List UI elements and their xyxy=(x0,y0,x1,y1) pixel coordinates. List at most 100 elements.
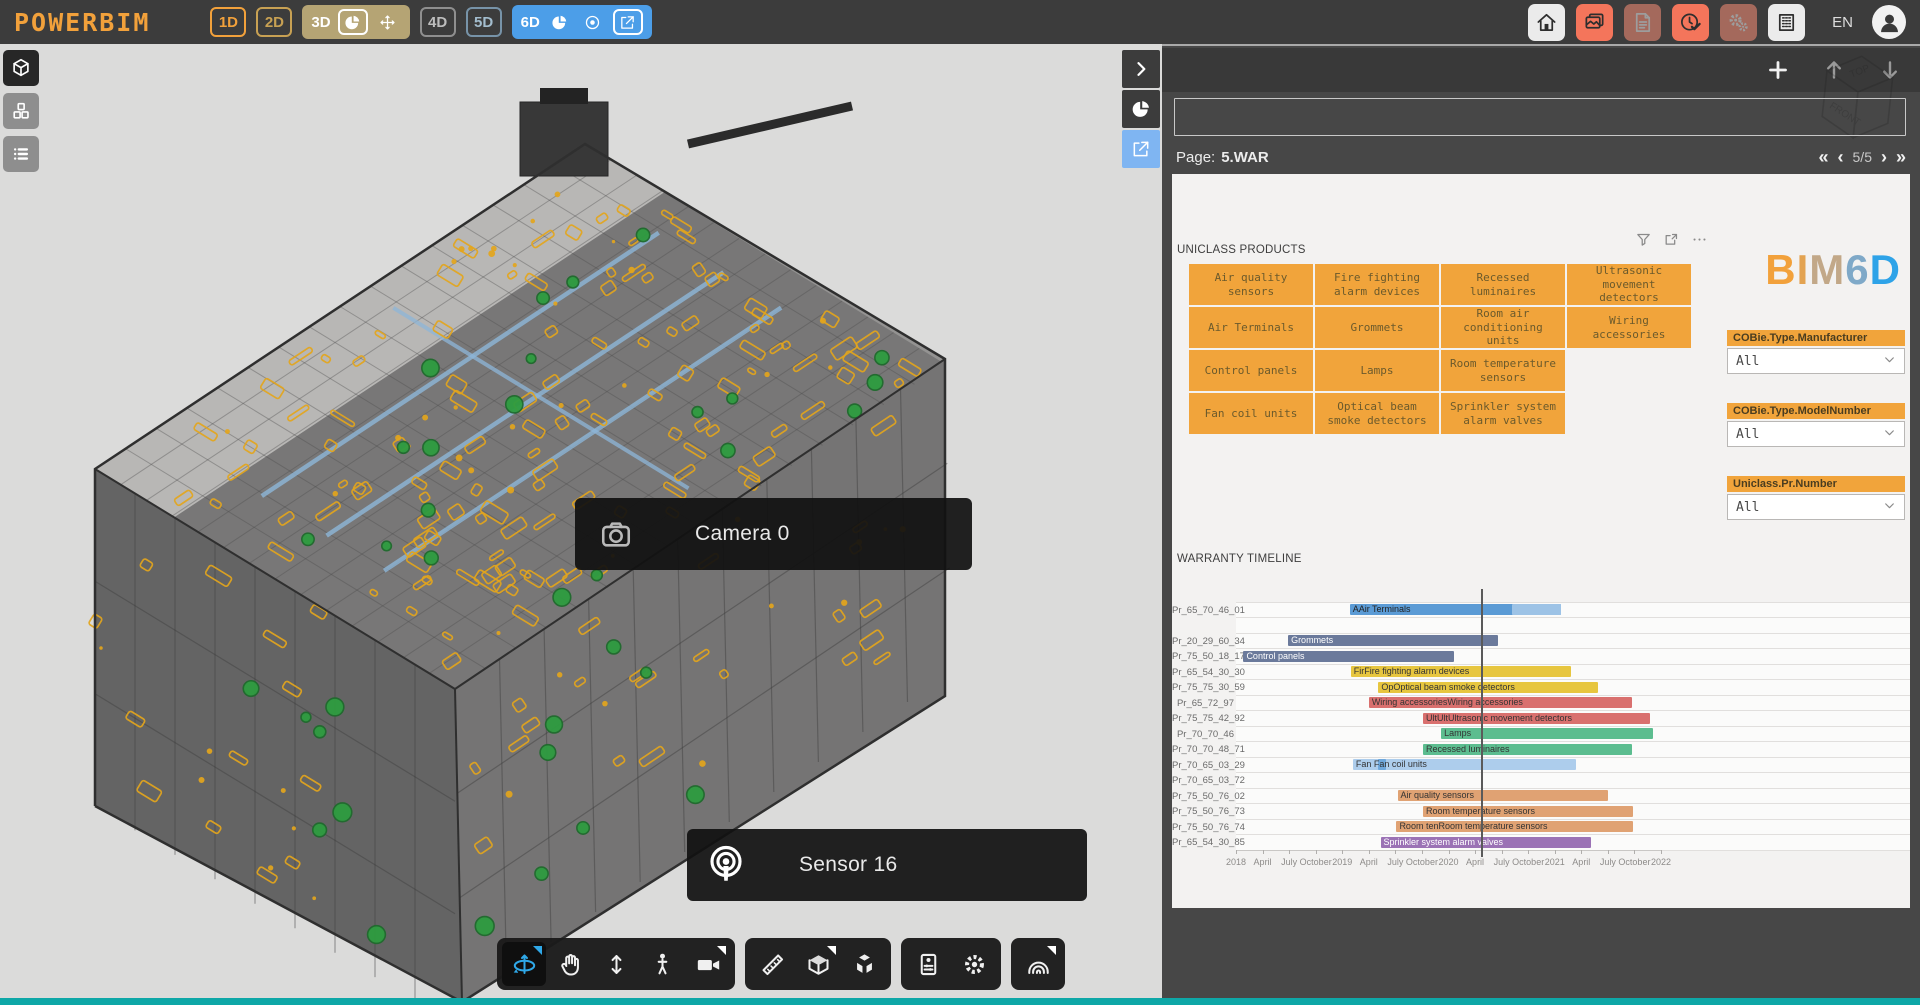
gantt-bar[interactable]: UltUltUltrasonic movement detectors xyxy=(1423,713,1650,724)
measure-tool-button[interactable] xyxy=(750,942,794,986)
target-icon[interactable] xyxy=(580,10,606,34)
product-slicer-button[interactable]: Recessed luminaires xyxy=(1441,264,1565,305)
dim-group-3d[interactable]: 3D xyxy=(302,5,409,39)
gantt-bar-label: Wiring accessoriesWiring accessories xyxy=(1372,697,1523,707)
elevation-tool-button[interactable] xyxy=(594,942,638,986)
product-slicer-button[interactable]: Room air conditioning units xyxy=(1441,307,1565,348)
filter-select-1[interactable]: All xyxy=(1727,348,1905,374)
prev-page-button[interactable]: ‹ xyxy=(1838,147,1844,168)
dim-button-2d[interactable]: 2D xyxy=(256,7,292,37)
language-selector[interactable]: EN xyxy=(1832,14,1853,31)
gantt-bar[interactable]: OpOptical beam smoke detectors xyxy=(1378,682,1598,693)
viewer-sidebar xyxy=(3,50,39,172)
product-slicer-button[interactable]: Air Terminals xyxy=(1189,307,1313,348)
walk-tool-button[interactable] xyxy=(640,942,684,986)
panel-search-input[interactable] xyxy=(1174,98,1906,136)
gantt-axis-tick-label: April xyxy=(1254,857,1272,867)
filter-group: Uniclass.Pr.NumberAll xyxy=(1727,476,1905,520)
gantt-bar[interactable]: Fan Fan coil units xyxy=(1353,759,1576,770)
gantt-axis-tick-label: October xyxy=(1406,857,1438,867)
brand-letter: D xyxy=(1870,246,1901,293)
sidebar-cube-tab[interactable] xyxy=(3,50,39,86)
product-slicer-button[interactable]: Optical beam smoke detectors xyxy=(1315,393,1439,434)
add-button[interactable] xyxy=(1766,58,1790,82)
gallery-button[interactable] xyxy=(1576,4,1613,41)
page-counter: 5/5 xyxy=(1853,149,1872,165)
filter-dropdowns: COBie.Type.ManufacturerAllCOBie.Type.Mod… xyxy=(1727,330,1905,549)
focus-mode-icon[interactable] xyxy=(1663,231,1680,248)
gantt-axis-tick-label: July xyxy=(1281,857,1297,867)
document-button[interactable] xyxy=(1624,4,1661,41)
gantt-bar[interactable]: Air quality sensors xyxy=(1398,790,1608,801)
gantt-axis-tick-label: April xyxy=(1466,857,1484,867)
gantt-row-label: Pr_65_72_97 xyxy=(1172,698,1234,709)
properties-tool-button[interactable] xyxy=(906,942,950,986)
settings-tool-button[interactable] xyxy=(952,942,996,986)
app-logo: POWERBIM xyxy=(14,8,150,37)
home-button[interactable] xyxy=(1528,4,1565,41)
gantt-bar-label: OpOptical beam smoke detectors xyxy=(1381,682,1515,692)
viewer-3d[interactable]: Camera 0 Sensor 16 xyxy=(0,44,1162,998)
next-page-button[interactable]: › xyxy=(1881,147,1887,168)
bi-report: UNICLASS PRODUCTS Air quality sensorsFir… xyxy=(1172,174,1910,908)
gantt-bar[interactable]: Wiring accessoriesWiring accessories xyxy=(1369,697,1633,708)
filter-icon[interactable] xyxy=(1635,231,1652,248)
sidebar-modules-tab[interactable] xyxy=(3,93,39,129)
dim-button-1d[interactable]: 1D xyxy=(210,7,246,37)
panel-tab-open-external[interactable] xyxy=(1122,130,1160,168)
dim-button-5d[interactable]: 5D xyxy=(466,7,502,37)
gantt-bar[interactable]: AAir Terminals xyxy=(1350,604,1561,615)
first-page-button[interactable]: « xyxy=(1819,147,1829,168)
pie-icon[interactable] xyxy=(338,9,368,35)
product-slicer-button[interactable]: Sprinkler system alarm valves xyxy=(1441,393,1565,434)
product-slicer-button[interactable]: Fire fighting alarm devices xyxy=(1315,264,1439,305)
open-external-icon[interactable] xyxy=(613,9,643,35)
building-button[interactable] xyxy=(1768,4,1805,41)
bim6d-logo: BIM6D xyxy=(1765,246,1901,294)
filter-select-3[interactable]: All xyxy=(1727,494,1905,520)
product-slicer-button[interactable]: Grommets xyxy=(1315,307,1439,348)
gantt-bar[interactable]: Room temperature sensors xyxy=(1423,806,1633,817)
product-slicer-button[interactable]: Air quality sensors xyxy=(1189,264,1313,305)
toolbar-group-1 xyxy=(497,938,735,990)
gantt-axis-tick-label: 2021 xyxy=(1545,857,1565,867)
gears-button[interactable] xyxy=(1720,4,1757,41)
more-options-icon[interactable] xyxy=(1691,231,1708,248)
product-slicer-button[interactable]: Wiring accessories xyxy=(1567,307,1691,348)
gantt-bar[interactable]: Lamps xyxy=(1441,728,1652,739)
last-page-button[interactable]: » xyxy=(1896,147,1906,168)
product-slicer-button[interactable]: Lamps xyxy=(1315,350,1439,391)
dim-button-4d[interactable]: 4D xyxy=(420,7,456,37)
gantt-bar[interactable]: Room tenRoom temperature sensors xyxy=(1396,821,1633,832)
section-tool-button[interactable] xyxy=(796,942,840,986)
gantt-bar[interactable]: FirFire fighting alarm devices xyxy=(1351,666,1571,677)
pie-icon[interactable] xyxy=(547,10,573,34)
sidebar-list-tab[interactable] xyxy=(3,136,39,172)
product-slicer-button[interactable]: Ultrasonic movement detectors xyxy=(1567,264,1691,305)
gantt-bar[interactable]: Grommets xyxy=(1288,635,1498,646)
sensor-tooltip: Sensor 16 xyxy=(687,829,1087,901)
chevron-down-icon xyxy=(1883,426,1896,443)
product-slicer-button[interactable]: Control panels xyxy=(1189,350,1313,391)
gantt-bar-label: Control panels xyxy=(1246,651,1304,661)
panel-tab-chevron-right[interactable] xyxy=(1122,50,1160,88)
filter-select-2[interactable]: All xyxy=(1727,421,1905,447)
sensors-tool-button[interactable] xyxy=(1016,942,1060,986)
camera-view-tool-button[interactable] xyxy=(686,942,730,986)
pan-hand-tool-button[interactable] xyxy=(548,942,592,986)
product-slicer-button[interactable]: Room temperature sensors xyxy=(1441,350,1565,391)
panel-tab-pie[interactable] xyxy=(1122,90,1160,128)
clock-check-button[interactable] xyxy=(1672,4,1709,41)
dim-label-6d: 6D xyxy=(521,14,540,31)
gantt-row-label: Pr_65_54_30_30 xyxy=(1172,667,1234,678)
explode-tool-button[interactable] xyxy=(842,942,886,986)
product-slicer-button[interactable]: Fan coil units xyxy=(1189,393,1313,434)
dim-group-6d[interactable]: 6D xyxy=(512,5,652,39)
gantt-bar[interactable]: Recessed luminaires xyxy=(1423,744,1632,755)
gantt-bar[interactable]: Control panels xyxy=(1243,651,1453,662)
move-icon[interactable] xyxy=(375,10,401,34)
filter-value: All xyxy=(1736,500,1759,515)
orbit-tool-button[interactable] xyxy=(502,942,546,986)
user-avatar[interactable] xyxy=(1872,5,1906,39)
gantt-bar[interactable]: Sprinkler system alarm valves xyxy=(1381,837,1591,848)
